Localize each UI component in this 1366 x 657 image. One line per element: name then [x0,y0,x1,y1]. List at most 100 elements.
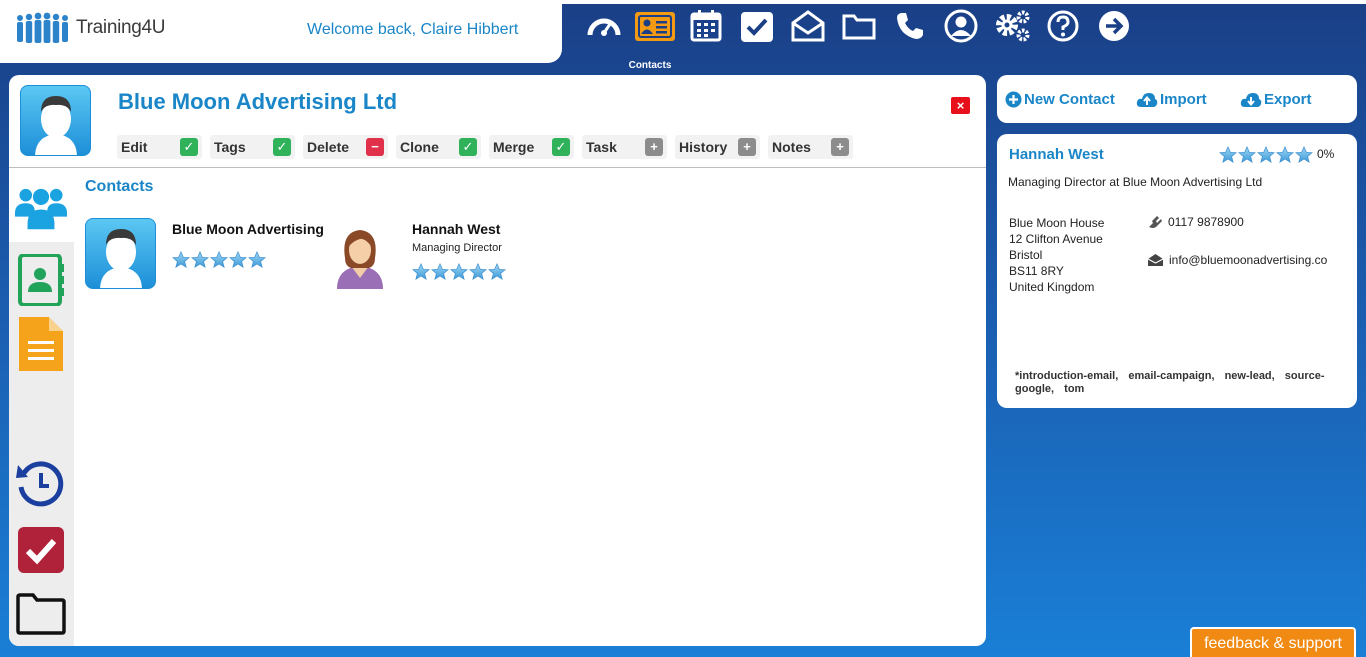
feedback-support-button[interactable]: feedback & support [1190,627,1356,657]
female-avatar-icon [337,230,383,289]
star-icon [1275,145,1295,169]
people-group-icon [15,188,67,230]
plus-icon: + [831,138,849,156]
check-icon: ✓ [273,138,291,156]
logo[interactable]: Training4U [14,10,166,46]
company-avatar [20,85,91,156]
action-tags[interactable]: Tags ✓ [210,135,295,159]
nav-profile[interactable] [935,6,986,46]
action-edit[interactable]: Edit ✓ [117,135,202,159]
close-button[interactable]: × [951,97,970,114]
action-merge[interactable]: Merge ✓ [489,135,574,159]
dashboard-icon [587,18,620,36]
side-tab-bar [9,168,74,646]
action-task[interactable]: Task + [582,135,667,159]
rating-stars [412,262,564,286]
contact-tags[interactable]: *introduction-email, email-campaign, new… [1015,370,1345,396]
phone-icon [896,13,923,39]
side-tab-files[interactable] [15,588,67,640]
star-icon [487,262,507,286]
address-line: United Kingdom [1009,280,1095,294]
star-icon [209,250,229,274]
contact-phone[interactable]: 0117 9878900 [1147,215,1244,229]
nav-mail[interactable] [782,6,833,46]
side-tab-tasks[interactable] [15,524,67,576]
plus-icon: + [645,138,663,156]
contact-address: Blue Moon House 12 Clifton Avenue Bristo… [1009,215,1104,295]
action-label: Tags [214,139,246,155]
star-icon [190,250,210,274]
new-contact-label: New Contact [1024,91,1115,108]
address-line: 12 Clifton Avenue [1009,232,1103,246]
star-icon [247,250,267,274]
nav-help[interactable] [1037,6,1088,46]
top-strip [562,0,1366,4]
nav-phone[interactable] [884,6,935,46]
new-contact-button[interactable]: New Contact [1005,91,1115,108]
nav-active-label: Contacts [628,60,672,71]
side-tab-address-book[interactable] [15,254,67,306]
star-icon [1237,145,1257,169]
action-clone[interactable]: Clone ✓ [396,135,481,159]
person-silhouette-icon [100,229,142,288]
phone-small-icon [1149,216,1162,228]
header-divider [9,167,986,168]
contact-card[interactable]: Blue Moon Advertising Ltd [85,218,324,289]
nav-calendar[interactable] [680,6,731,46]
action-history[interactable]: History + [675,135,760,159]
side-tab-contacts[interactable] [15,179,67,231]
export-button[interactable]: Export [1240,91,1312,108]
contact-toolbar: New Contact Import Export [997,75,1357,123]
cloud-upload-icon [1136,92,1158,107]
contact-card[interactable]: Hannah West Managing Director [325,218,564,289]
nav-tasks[interactable] [731,6,782,46]
side-tab-history[interactable] [15,458,67,510]
action-delete[interactable]: Delete − [303,135,388,159]
contacts-icon [634,12,675,41]
settings-icon [995,10,1029,42]
user-icon [944,9,977,43]
star-icon [412,262,431,286]
contact-detail-card: Hannah West 0% Managing Director at Blue… [997,134,1357,408]
rating-stars [172,250,324,274]
check-icon: ✓ [459,138,477,156]
nav-folder[interactable] [833,6,884,46]
import-button[interactable]: Import [1136,91,1207,108]
contact-card-role: Managing Director [412,242,502,254]
address-line: Bristol [1009,248,1043,262]
contact-card-info: Hannah West Managing Director [412,218,564,289]
email-address: info@bluemoonadvertising.co [1169,253,1328,267]
female-contact-avatar [325,218,396,289]
nav-settings[interactable] [986,6,1037,46]
star-icon [430,262,450,286]
action-label: Merge [493,139,535,155]
check-icon: ✓ [552,138,570,156]
nav-logout[interactable] [1088,6,1139,46]
contact-detail-role: Managing Director at Blue Moon Advertisi… [1008,175,1263,189]
nav-contacts[interactable] [629,6,680,46]
side-tab-documents[interactable] [15,317,67,371]
rating-percent: 0% [1317,147,1335,161]
minus-icon: − [366,138,384,156]
address-book-icon [18,254,64,306]
contact-email[interactable]: info@bluemoonadvertising.co [1147,253,1327,267]
action-bar: Edit ✓ Tags ✓ Delete − Clone ✓ Merge ✓ Task + … [117,135,853,159]
welcome-message: Welcome back, Claire Hibbert [307,21,519,38]
action-label: Edit [121,139,148,155]
contact-detail-name[interactable]: Hannah West [1009,146,1104,163]
top-nav [578,6,1139,66]
plus-circle-icon [1005,91,1022,108]
action-notes[interactable]: Notes + [768,135,853,159]
cloud-download-icon [1240,92,1262,107]
person-silhouette-icon [35,96,77,155]
tasks-icon [740,12,773,42]
star-icon [1294,145,1314,169]
contact-card-info: Blue Moon Advertising Ltd [172,218,324,289]
nav-dashboard[interactable] [578,6,629,46]
company-contact-avatar [85,218,156,289]
action-label: Clone [400,139,439,155]
phone-number: 0117 9878900 [1168,215,1244,229]
rating-stars[interactable] [1218,145,1314,169]
contacts-section-title: Contacts [85,178,154,195]
star-icon [1218,145,1238,169]
